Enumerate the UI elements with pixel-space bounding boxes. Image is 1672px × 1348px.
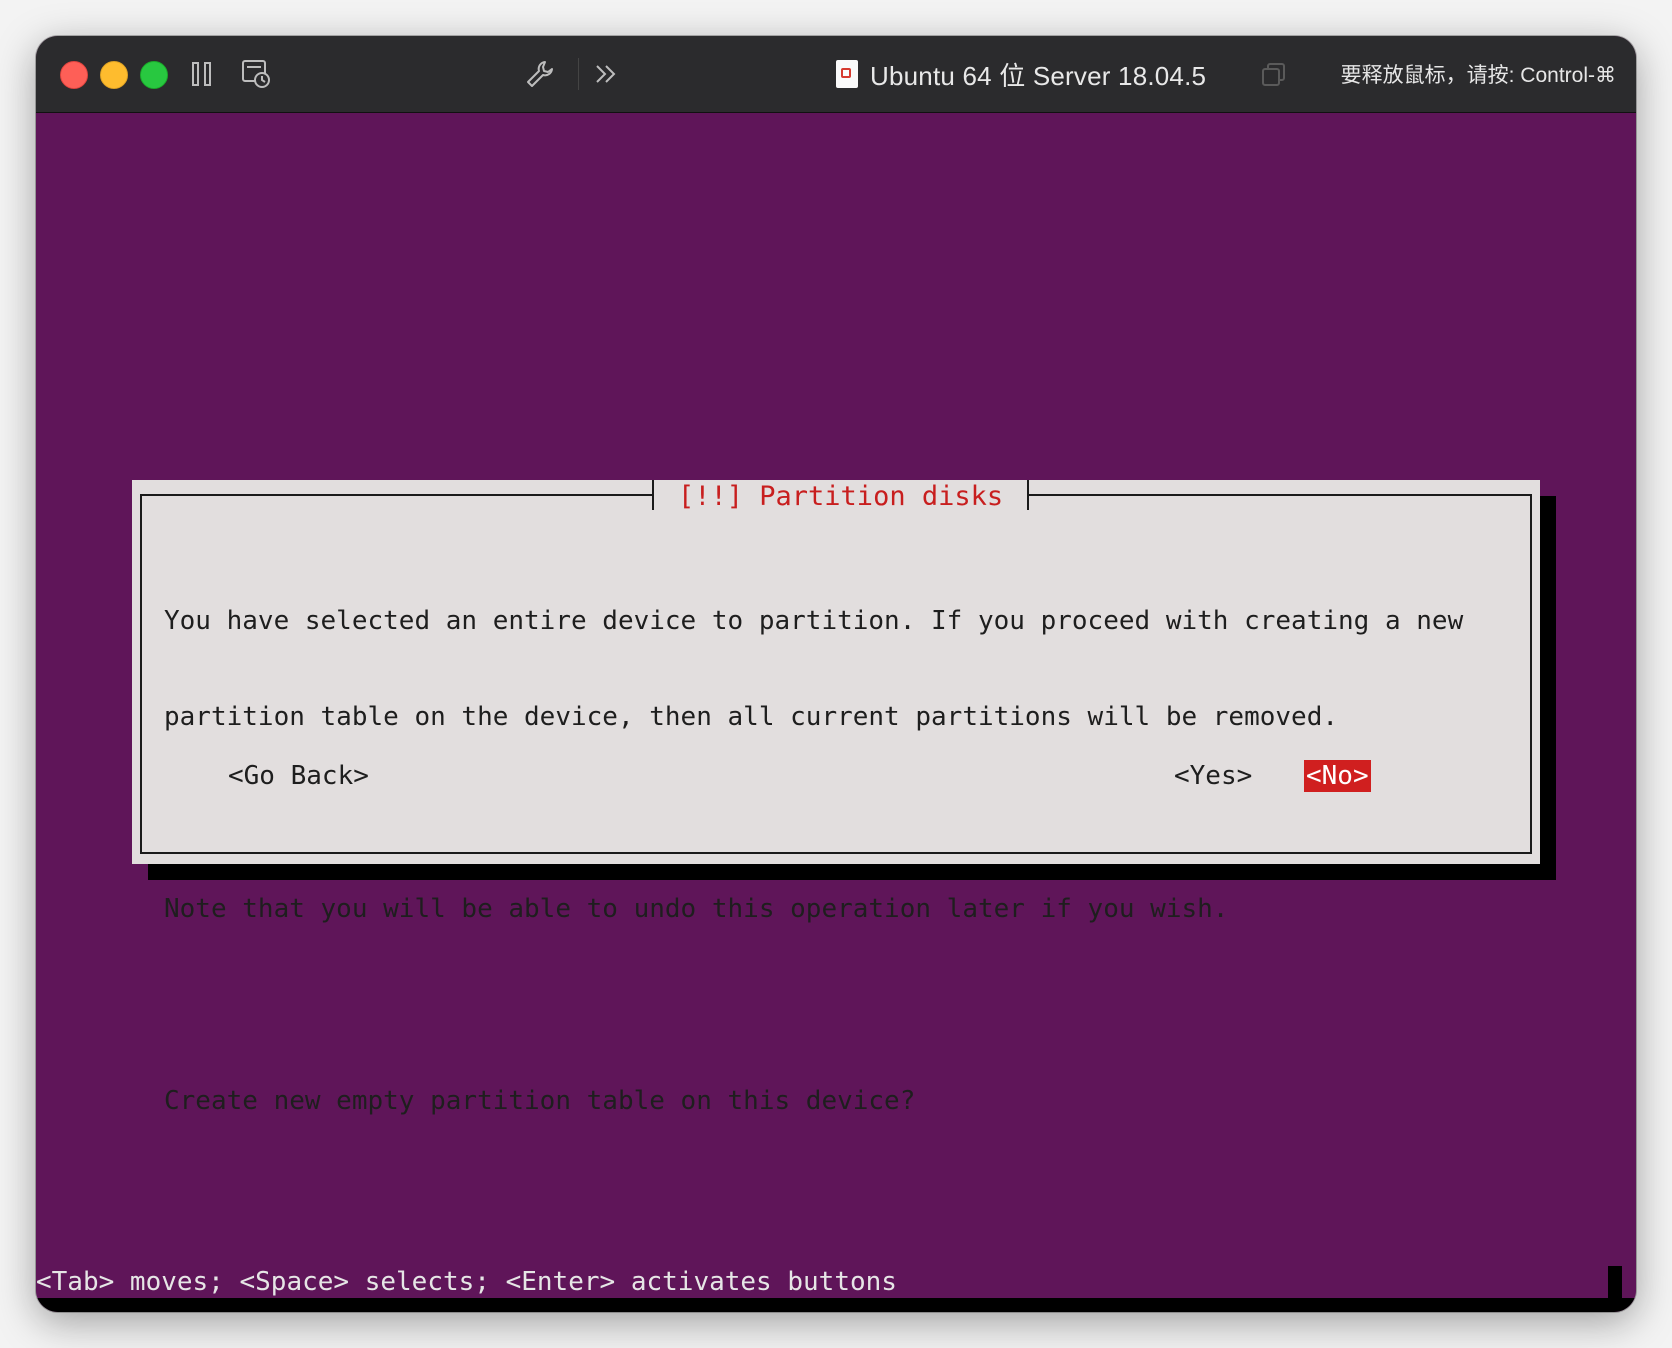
partition-disks-dialog: [!!] Partition disks You have selected a… <box>132 480 1540 1116</box>
close-window-button[interactable] <box>60 61 88 89</box>
yes-button[interactable]: <Yes> <box>1172 760 1254 792</box>
vm-window: Ubuntu 64 位 Server 18.04.5 要释放鼠标，请按: Con… <box>36 36 1636 1312</box>
message-line <box>164 989 1524 1021</box>
console-cursor <box>1608 1266 1622 1298</box>
window-title-text: Ubuntu 64 位 Server 18.04.5 <box>870 60 1207 91</box>
dialog-message: You have selected an entire device to pa… <box>164 541 1524 1181</box>
no-button[interactable]: <No> <box>1304 760 1371 792</box>
question-line: Create new empty partition table on this… <box>164 1086 916 1116</box>
copy-window-icon[interactable] <box>1260 60 1288 88</box>
minimize-window-button[interactable] <box>100 61 128 89</box>
dialog-frame: [!!] Partition disks You have selected a… <box>140 480 1532 1116</box>
vm-document-icon <box>836 60 858 88</box>
keyboard-help-bar: <Tab> moves; <Space> selects; <Enter> ac… <box>36 1267 897 1297</box>
console-bottom-edge <box>36 1298 1636 1312</box>
message-line: Note that you will be able to undo this … <box>164 894 1229 924</box>
toolbar-divider <box>578 58 579 90</box>
message-line: You have selected an entire device to pa… <box>164 606 1464 636</box>
settings-wrench-icon[interactable] <box>522 56 558 92</box>
zoom-window-button[interactable] <box>140 61 168 89</box>
vm-console-screen[interactable]: [!!] Partition disks You have selected a… <box>36 113 1636 1312</box>
dialog-title: [!!] Partition disks <box>652 480 1030 512</box>
window-title: Ubuntu 64 位 Server 18.04.5 <box>836 54 1206 94</box>
snapshot-icon[interactable] <box>238 56 274 92</box>
message-line <box>164 797 1524 829</box>
release-mouse-hint: 要释放鼠标，请按: Control-⌘ <box>1340 64 1616 87</box>
message-line: partition table on the device, then all … <box>164 702 1338 732</box>
title-bar: Ubuntu 64 位 Server 18.04.5 要释放鼠标，请按: Con… <box>36 36 1636 113</box>
go-back-button[interactable]: <Go Back> <box>226 760 371 792</box>
more-chevron-icon[interactable] <box>588 56 624 92</box>
pause-icon[interactable] <box>184 56 220 92</box>
